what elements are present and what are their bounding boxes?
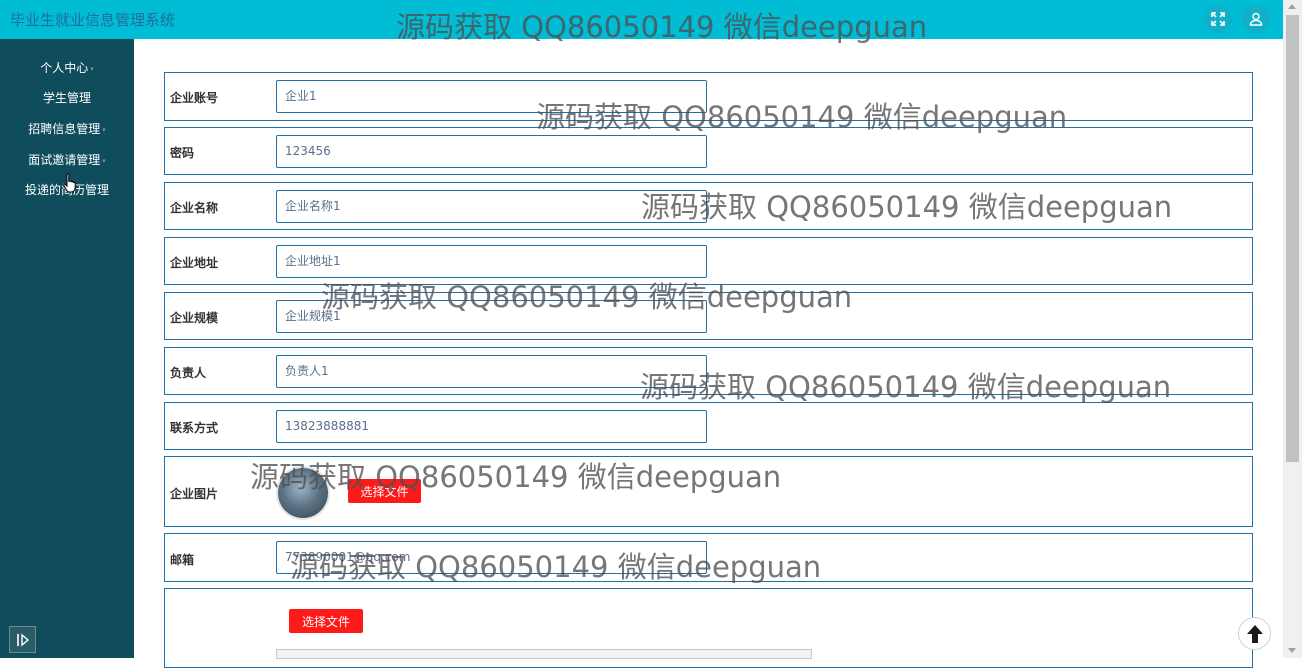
field-label: 密码 bbox=[170, 146, 195, 160]
field-label: 企业规模 bbox=[170, 311, 219, 325]
form-row-company-address: 企业地址 企业地址1 bbox=[164, 237, 1253, 285]
field-label: 企业图片 bbox=[170, 487, 219, 501]
chevron-down-icon: ▾ bbox=[90, 64, 94, 73]
field-label: 联系方式 bbox=[170, 421, 219, 435]
field-label: 企业账号 bbox=[170, 91, 219, 105]
scrollbar-thumb[interactable] bbox=[1286, 15, 1299, 462]
chevron-down-icon: ▾ bbox=[102, 125, 106, 134]
email-input[interactable]: 773890001@qq.com bbox=[276, 541, 707, 574]
hand-cursor-icon bbox=[63, 173, 77, 197]
field-label: 企业地址 bbox=[170, 256, 219, 270]
phone-input[interactable]: 13823888881 bbox=[276, 410, 707, 443]
company-image-preview bbox=[276, 466, 330, 520]
form-row-email: 邮箱 773890001@qq.com bbox=[164, 533, 1253, 582]
sidebar-item-student-management[interactable]: 学生管理 bbox=[0, 90, 134, 106]
sidebar: 个人中心▾ 学生管理 招聘信息管理▾ 面试邀请管理▾ 投递的简历管理 bbox=[0, 39, 134, 658]
form-row-company-image: 企业图片 选择文件 bbox=[164, 456, 1253, 527]
account-input[interactable]: 企业1 bbox=[276, 80, 707, 113]
choose-file-button[interactable]: 选择文件 bbox=[289, 609, 363, 633]
back-to-top-button[interactable] bbox=[1238, 617, 1271, 650]
sidebar-item-label: 面试邀请管理 bbox=[28, 153, 101, 167]
field-label: 邮箱 bbox=[170, 553, 195, 567]
choose-file-button[interactable]: 选择文件 bbox=[348, 479, 421, 503]
top-bar: 毕业生就业信息管理系统 bbox=[0, 0, 1283, 39]
form-row-account: 企业账号 企业1 bbox=[164, 72, 1253, 121]
sidebar-item-label: 学生管理 bbox=[42, 91, 91, 105]
arrow-up-icon bbox=[1246, 624, 1263, 643]
contact-person-input[interactable]: 负责人1 bbox=[276, 355, 707, 388]
sidebar-item-label: 招聘信息管理 bbox=[28, 122, 101, 136]
sidebar-item-personal-center[interactable]: 个人中心 ▾ bbox=[0, 60, 134, 77]
fullscreen-icon[interactable] bbox=[1204, 5, 1232, 33]
field-label: 企业名称 bbox=[170, 201, 219, 215]
company-name-input[interactable]: 企业名称1 bbox=[276, 190, 707, 223]
scroll-down-icon[interactable] bbox=[1288, 648, 1296, 653]
sidebar-item-label: 个人中心 bbox=[40, 61, 89, 75]
field-label: 负责人 bbox=[170, 366, 207, 380]
sidebar-item-recruitment-management[interactable]: 招聘信息管理 ▾ bbox=[0, 121, 134, 138]
form-row-contact-person: 负责人 负责人1 bbox=[164, 347, 1253, 395]
form-row-rich-content: 选择文件 bbox=[164, 588, 1253, 668]
form-row-password: 密码 123456 bbox=[164, 127, 1253, 175]
company-address-input[interactable]: 企业地址1 bbox=[276, 245, 707, 278]
collapse-sidebar-button[interactable] bbox=[9, 626, 36, 653]
scroll-up-icon[interactable] bbox=[1288, 4, 1296, 9]
password-input[interactable]: 123456 bbox=[276, 135, 707, 168]
chevron-down-icon: ▾ bbox=[102, 156, 106, 165]
form-row-company-name: 企业名称 企业名称1 bbox=[164, 182, 1253, 230]
collapse-icon bbox=[16, 633, 29, 646]
form-row-company-scale: 企业规模 企业规模1 bbox=[164, 292, 1253, 340]
user-icon[interactable] bbox=[1242, 5, 1270, 33]
company-scale-input[interactable]: 企业规模1 bbox=[276, 300, 707, 333]
vertical-scrollbar[interactable] bbox=[1283, 0, 1302, 658]
sidebar-item-interview-invitation-management[interactable]: 面试邀请管理 ▾ bbox=[0, 152, 134, 169]
form-row-phone: 联系方式 13823888881 bbox=[164, 402, 1253, 450]
main-content: 企业账号 企业1 密码 123456 企业名称 企业名称1 企业地址 企业地址1… bbox=[134, 39, 1283, 668]
app-title: 毕业生就业信息管理系统 bbox=[10, 11, 176, 29]
